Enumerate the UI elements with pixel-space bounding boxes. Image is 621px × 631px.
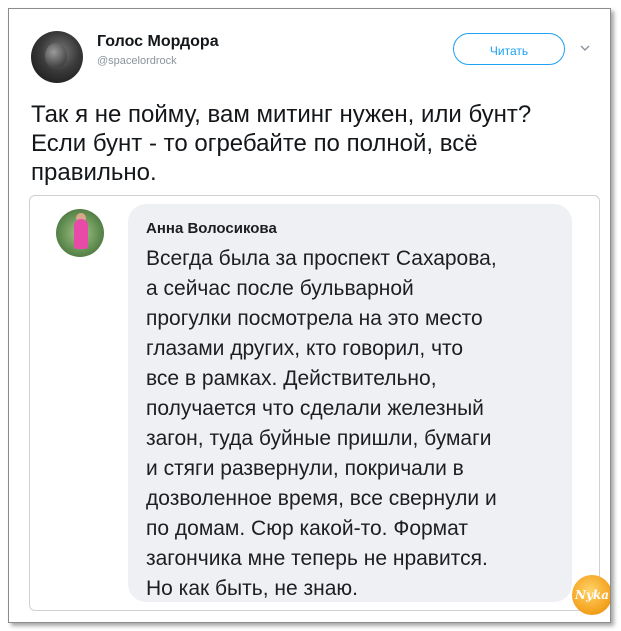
commenter-name[interactable]: Анна Волосикова (146, 220, 277, 237)
author-name[interactable]: Голос Мордора (97, 33, 219, 51)
author-avatar[interactable] (31, 31, 83, 83)
avatar-face (45, 43, 67, 69)
author-handle[interactable]: @spacelordrock (97, 55, 177, 67)
tweet-text: Так я не пойму, вам митинг нужен, или бу… (31, 101, 532, 186)
commenter-avatar[interactable] (56, 209, 104, 257)
avatar-person (74, 219, 88, 249)
chevron-down-icon[interactable] (580, 43, 590, 53)
follow-button[interactable]: Читать (453, 33, 565, 65)
screenshot-frame: Голос Мордора @spacelordrock Читать Так … (8, 8, 611, 623)
watermark-text: Nyka (574, 588, 610, 602)
comment-bubble: Анна Волосикова Всегда была за проспект … (128, 204, 572, 602)
comment-text: Всегда была за проспект Сахарова, а сейч… (146, 247, 497, 600)
quoted-comment-card: Анна Волосикова Всегда была за проспект … (29, 195, 600, 611)
watermark-logo: Nyka (572, 575, 610, 615)
